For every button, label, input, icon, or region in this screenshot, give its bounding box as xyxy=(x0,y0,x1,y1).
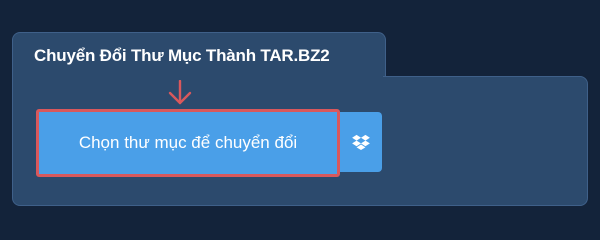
dropbox-button[interactable] xyxy=(340,112,382,172)
converter-title: Chuyển Đổi Thư Mục Thành TAR.BZ2 xyxy=(34,46,330,65)
dropbox-icon xyxy=(352,134,370,150)
arrow-down-icon xyxy=(168,80,192,105)
panel-seam xyxy=(13,74,383,80)
choose-folder-button[interactable]: Chọn thư mục để chuyển đổi xyxy=(36,109,340,177)
upload-button-group: Chọn thư mục để chuyển đổi xyxy=(36,109,382,177)
